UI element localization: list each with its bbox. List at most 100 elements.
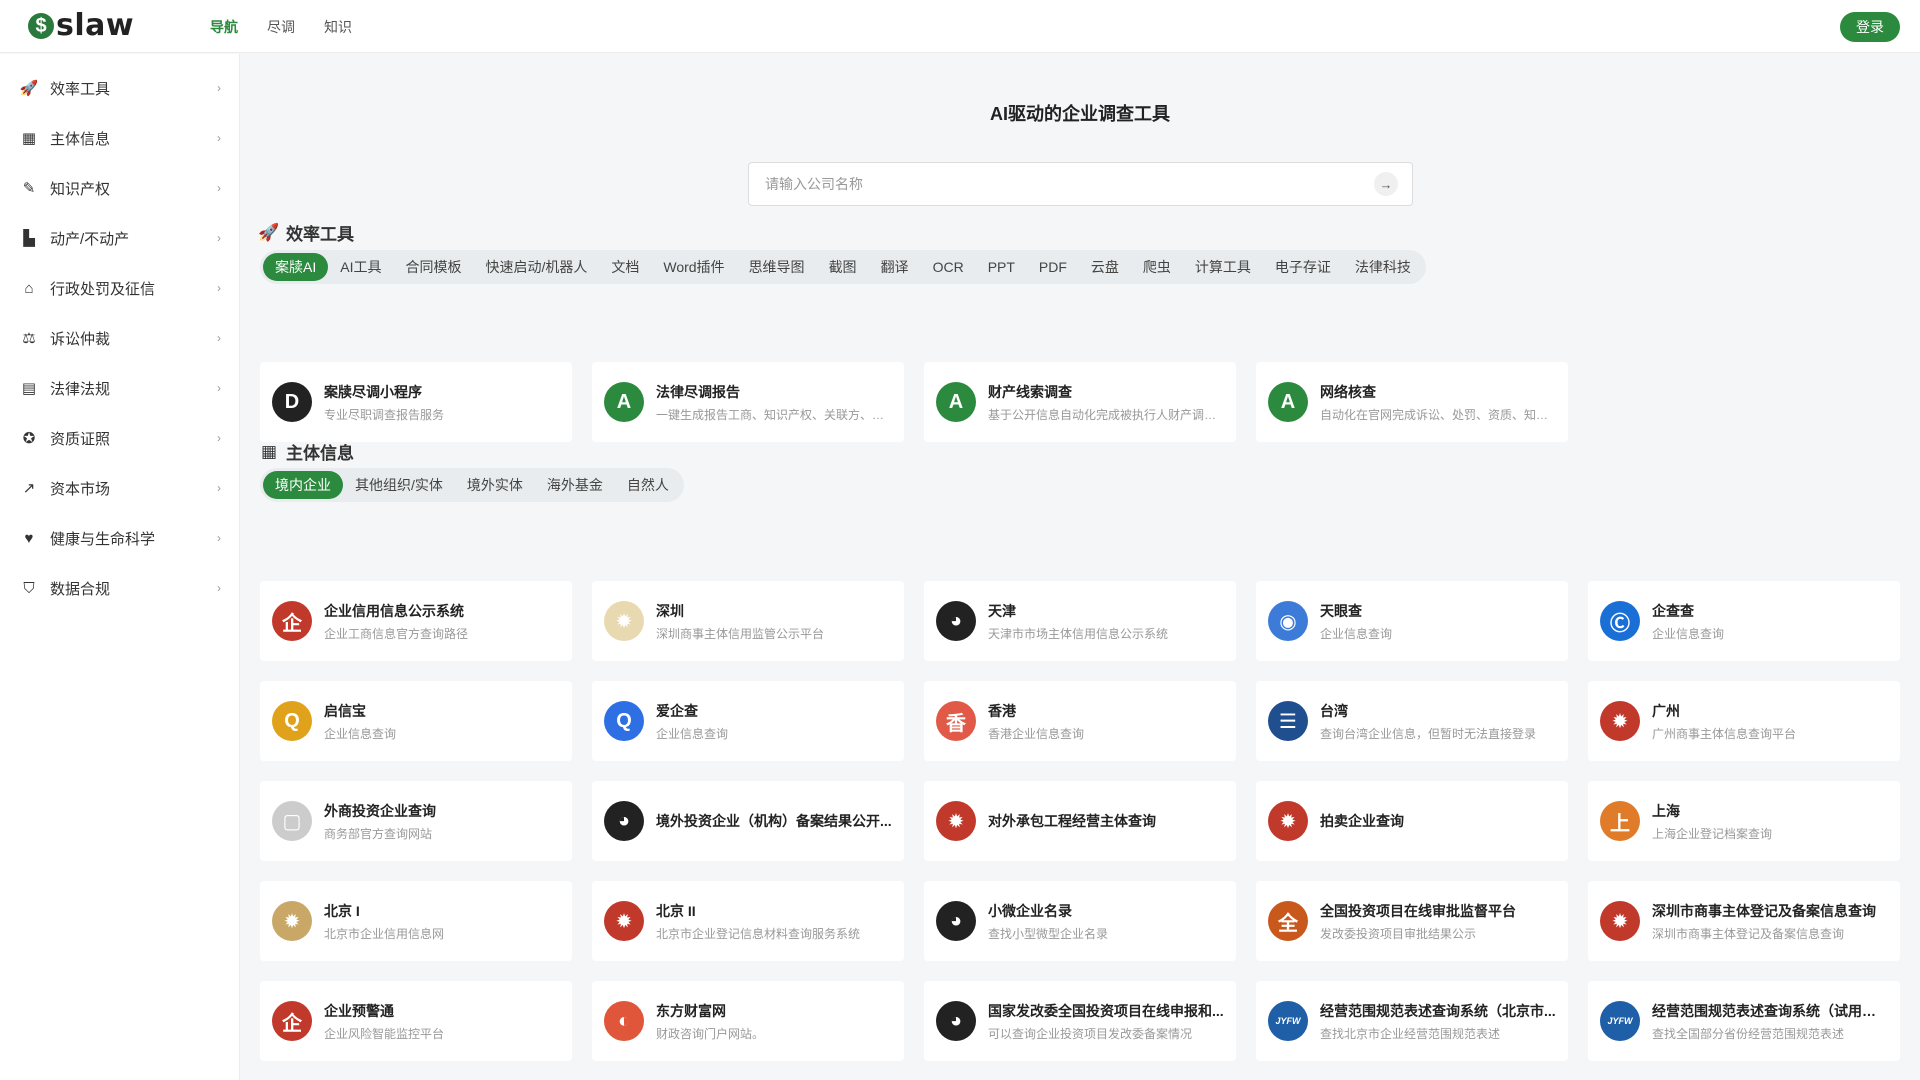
emblem-icon: ✹ [1268, 801, 1308, 841]
sidebar-item[interactable]: ⌂ 行政处罚及征信 › [0, 263, 239, 313]
sidebar-item[interactable]: ✎ 知识产权 › [0, 163, 239, 213]
card-title: 深圳 [656, 602, 684, 619]
category-tab[interactable]: 自然人 [615, 471, 681, 499]
category-tab[interactable]: 计算工具 [1183, 253, 1263, 281]
sidebar-item-label: 资质证照 [50, 430, 111, 448]
category-tab[interactable]: 海外基金 [535, 471, 615, 499]
card-text: 深圳深圳商事主体信用监管公示平台 [656, 601, 892, 642]
tool-card[interactable]: D 案牍尽调小程序 专业尽职调查报告服务 [260, 362, 572, 442]
sidebar-item-label: 动产/不动产 [50, 230, 130, 248]
category-tab[interactable]: 云盘 [1079, 253, 1131, 281]
tool-card[interactable]: ◐ 东方财富网 财政咨询门户网站。 [592, 981, 904, 1061]
rocket-icon: 🚀 [258, 222, 280, 242]
category-tab[interactable]: PDF [1027, 253, 1079, 281]
top-nav-item[interactable]: 知识 [324, 17, 352, 37]
tool-card[interactable]: JYFW 经营范围规范表述查询系统（试用版） 查找全国部分省份经营范围规范表述 [1588, 981, 1900, 1061]
category-tab[interactable]: PPT [976, 253, 1027, 281]
top-nav-item[interactable]: 尽调 [267, 17, 295, 37]
card-description: 深圳市商事主体登记及备案信息查询 [1652, 926, 1845, 941]
card-text: 企业信用信息公示系统 企业工商信息官方查询路径 [324, 601, 560, 642]
logo[interactable]: $ slaw [28, 11, 134, 41]
sidebar-item[interactable]: ▤ 法律法规 › [0, 363, 239, 413]
tool-card[interactable]: Q 爱企查 企业信息查询 [592, 681, 904, 761]
company-search-input[interactable] [765, 176, 1374, 192]
search-box[interactable]: → [748, 162, 1413, 206]
category-tab[interactable]: Word插件 [651, 253, 736, 281]
chevron-right-icon: › [217, 531, 221, 545]
card-description: 深圳商事主体信用监管公示平台 [656, 626, 825, 641]
tool-card[interactable]: Q 启信宝 企业信息查询 [260, 681, 572, 761]
card-description: 查找小型微型企业名录 [988, 926, 1109, 941]
category-tab[interactable]: 文档 [599, 253, 651, 281]
tool-card[interactable]: ✹ 深圳市商事主体登记及备案信息查询 深圳市商事主体登记及备案信息查询 [1588, 881, 1900, 961]
globe-icon: ◕ [936, 901, 976, 941]
sidebar-item[interactable]: ♥ 健康与生命科学 › [0, 513, 239, 563]
category-tab[interactable]: 翻译 [869, 253, 921, 281]
category-tab[interactable]: 境外实体 [455, 471, 535, 499]
tool-card[interactable]: ◕ 小微企业名录 查找小型微型企业名录 [924, 881, 1236, 961]
tool-card[interactable]: 上上海 上海企业登记档案查询 [1588, 781, 1900, 861]
category-tab[interactable]: 快速启动/机器人 [473, 253, 599, 281]
card-text: 外商投资企业查询 商务部官方查询网站 [324, 801, 560, 842]
login-button[interactable]: 登录 [1840, 12, 1900, 42]
tool-card[interactable]: ◉ 天眼查 企业信息查询 [1256, 581, 1568, 661]
category-tab[interactable]: 法律科技 [1343, 253, 1423, 281]
tool-card[interactable]: ✹ 深圳 深圳商事主体信用监管公示平台 [592, 581, 904, 661]
sidebar-item[interactable]: 🚀 效率工具 › [0, 63, 239, 113]
top-bar: $ slaw 导航 尽调 知识 登录 [0, 0, 1920, 53]
tool-card[interactable]: Ⓒ 企查查 企业信息查询 [1588, 581, 1900, 661]
qichacha-logo-icon: Ⓒ [1600, 601, 1640, 641]
tool-card[interactable]: 全全国投资项目在线审批监督平台 发改委投资项目审批结果公示 [1256, 881, 1568, 961]
tool-card[interactable]: ✹ 广州 广州商事主体信息查询平台 [1588, 681, 1900, 761]
category-tab[interactable]: 合同模板 [393, 253, 473, 281]
card-text: 全国投资项目在线审批监督平台 发改委投资项目审批结果公示 [1320, 901, 1556, 942]
card-text: 北京 II 北京市企业登记信息材料查询服务系统 [656, 901, 892, 942]
tool-card[interactable]: ◕ 天津 天津市市场主体信用信息公示系统 [924, 581, 1236, 661]
tool-card[interactable]: JYFW 经营范围规范表述查询系统（北京市... 查找北京市企业经营范围规范表述 [1256, 981, 1568, 1061]
tool-card[interactable]: A 财产线索调查 基于公开信息自动化完成被执行人财产调查... [924, 362, 1236, 442]
tool-card[interactable]: 企企业信用信息公示系统 企业工商信息官方查询路径 [260, 581, 572, 661]
category-tab[interactable]: 截图 [817, 253, 869, 281]
category-tab[interactable]: AI工具 [328, 253, 393, 281]
tool-card[interactable]: A 法律尽调报告 一键生成报告工商、知识产权、关联方、诉... [592, 362, 904, 442]
card-text: 天眼查 企业信息查询 [1320, 601, 1556, 642]
sidebar-item[interactable]: ✪ 资质证照 › [0, 413, 239, 463]
category-tab[interactable]: 电子存证 [1263, 253, 1343, 281]
card-title: 企业信用信息公示系统 [324, 602, 464, 619]
tool-card[interactable]: ◕ 国家发改委全国投资项目在线申报和... 可以查询企业投资项目发改委备案情况 [924, 981, 1236, 1061]
section-title-label: 主体信息 [286, 444, 354, 463]
tool-card[interactable]: 企企业预警通 企业风险智能监控平台 [260, 981, 572, 1061]
top-nav-item[interactable]: 导航 [210, 17, 238, 37]
jyfw-logo-icon: JYFW [1268, 1001, 1308, 1041]
card-description: 查询台湾企业信息，但暂时无法直接登录 [1320, 726, 1537, 741]
tool-card[interactable]: A 网络核查 自动化在官网完成诉讼、处罚、资质、知识... [1256, 362, 1568, 442]
category-tab[interactable]: 境内企业 [263, 471, 343, 499]
card-title: 爱企查 [656, 702, 698, 719]
tool-card[interactable]: ▢ 外商投资企业查询 商务部官方查询网站 [260, 781, 572, 861]
tool-card[interactable]: ✹ 对外承包工程经营主体查询 [924, 781, 1236, 861]
card-text: 天津 天津市市场主体信用信息公示系统 [988, 601, 1224, 642]
category-tab[interactable]: 案牍AI [263, 253, 329, 281]
card-text: 经营范围规范表述查询系统（试用版） 查找全国部分省份经营范围规范表述 [1652, 1001, 1888, 1042]
sidebar-item-label: 效率工具 [50, 80, 111, 98]
tool-card[interactable]: ✹ 北京 II 北京市企业登记信息材料查询服务系统 [592, 881, 904, 961]
sidebar-item[interactable]: ▦ 主体信息 › [0, 113, 239, 163]
tool-card[interactable]: ☰ 台湾 查询台湾企业信息，但暂时无法直接登录 [1256, 681, 1568, 761]
tool-card[interactable]: ◕ 境外投资企业（机构）备案结果公开... [592, 781, 904, 861]
chevron-right-icon: › [217, 231, 221, 245]
arrow-right-icon[interactable]: → [1374, 172, 1398, 196]
card-description: 一键生成报告工商、知识产权、关联方、诉... [656, 407, 892, 422]
category-tab[interactable]: 其他组织/实体 [343, 471, 455, 499]
category-tab[interactable]: OCR [921, 253, 976, 281]
building-icon: ▦ [21, 130, 37, 147]
category-tab[interactable]: 思维导图 [737, 253, 817, 281]
category-tab[interactable]: 爬虫 [1131, 253, 1183, 281]
tool-card[interactable]: 香香港 香港企业信息查询 [924, 681, 1236, 761]
tool-card[interactable]: ✹ 北京 I 北京市企业信用信息网 [260, 881, 572, 961]
card-title: 启信宝 [324, 702, 366, 719]
sidebar-item[interactable]: ⚖ 诉讼仲裁 › [0, 313, 239, 363]
sidebar-item[interactable]: ⛉ 数据合规 › [0, 563, 239, 613]
sidebar-item[interactable]: ▙ 动产/不动产 › [0, 213, 239, 263]
tool-card[interactable]: ✹ 拍卖企业查询 [1256, 781, 1568, 861]
sidebar-item[interactable]: ↗ 资本市场 › [0, 463, 239, 513]
